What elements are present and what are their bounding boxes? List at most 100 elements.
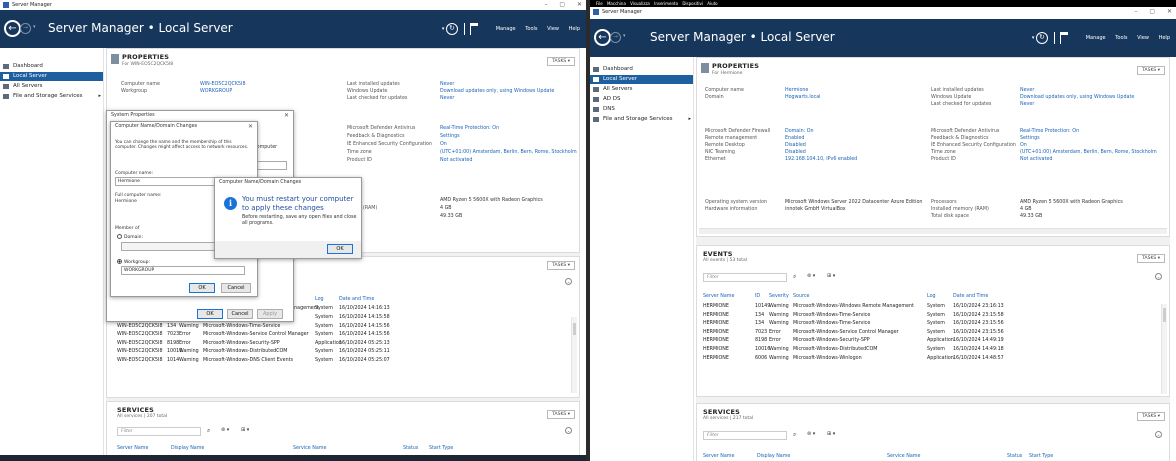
services-tasks-button[interactable]: TASKS ▾ <box>547 410 575 419</box>
collapse-icon[interactable]: ⌄ <box>565 278 572 285</box>
svc-col-service[interactable]: Service Name <box>293 446 326 451</box>
notifications-flag-icon[interactable] <box>470 23 479 35</box>
windows-update-link[interactable]: Download updates only, using Windows Upd… <box>1020 95 1134 100</box>
product-id-link[interactable]: Not activated <box>440 158 472 163</box>
table-row[interactable]: WIN-EO5C2QCK5I8 1014 Warning Microsoft-Wind… <box>107 357 579 366</box>
feedback-link[interactable]: Settings <box>440 134 460 139</box>
history-dropdown-icon[interactable]: ▾ <box>33 24 36 30</box>
events-scrollbar[interactable] <box>571 317 577 393</box>
scrollbar-thumb[interactable] <box>1163 308 1166 322</box>
defender-link[interactable]: Real-Time Protection: On <box>1020 129 1079 134</box>
menu-manage[interactable]: Manage <box>1086 35 1106 41</box>
col-date[interactable]: Date and Time <box>339 297 374 302</box>
save-query-icon[interactable]: ⊞ ▾ <box>827 273 835 279</box>
svc-col-starttype[interactable]: Start Type <box>1029 454 1053 459</box>
history-dropdown-icon[interactable]: ▾ <box>623 33 626 39</box>
window-controls[interactable]: – ▢ ✕ <box>1134 7 1172 17</box>
filter-options-icon[interactable]: ⊜ ▾ <box>221 427 229 433</box>
menu-manage[interactable]: Manage <box>496 26 516 32</box>
search-icon[interactable]: ⌕ <box>793 431 796 439</box>
menu-help[interactable]: Help <box>1159 35 1170 41</box>
col-severity[interactable]: Severity <box>769 294 789 299</box>
col-log[interactable]: Log <box>927 294 936 299</box>
firewall-link[interactable]: Domain: On <box>785 129 814 134</box>
svc-col-server[interactable]: Server Name <box>703 454 734 459</box>
virtualbox-menubar[interactable]: File Macchina Visualizza Inserimento Dis… <box>590 0 1176 7</box>
svc-col-display[interactable]: Display Name <box>757 454 790 459</box>
table-row[interactable]: HERMIONE 6006 Warning Microsoft-Windows-Win… <box>697 355 1169 364</box>
dropdown-icon[interactable]: ▾ <box>1032 35 1035 41</box>
timezone-link[interactable]: (UTC+01:00) Amsterdam, Berlin, Bern, Rom… <box>440 150 577 155</box>
search-icon[interactable]: ⌕ <box>207 427 210 435</box>
refresh-icon[interactable]: ↻ <box>1035 32 1048 44</box>
forward-arrow-icon[interactable]: → <box>20 23 31 34</box>
col-server-name[interactable]: Server Name <box>703 294 734 299</box>
svc-col-status[interactable]: Status <box>1007 454 1022 459</box>
sidebar-item-file-storage[interactable]: File and Storage Services ▸ <box>0 92 103 101</box>
cnd-ok-button[interactable]: OK <box>189 283 215 293</box>
ethernet-link[interactable]: 192.168.104.10, IPv6 enabled <box>785 157 857 162</box>
services-collapse-icon[interactable]: ⌄ <box>1155 431 1162 438</box>
back-arrow-icon[interactable]: ← <box>594 29 611 46</box>
events-collapse-icon[interactable]: ⌄ <box>1155 273 1162 280</box>
last-checked-link[interactable]: Never <box>440 96 454 101</box>
workgroup-radio[interactable]: Workgroup: <box>117 259 150 265</box>
search-icon[interactable]: ⌕ <box>793 273 796 281</box>
menu-view[interactable]: View <box>547 26 559 32</box>
services-filter-input[interactable]: Filter <box>703 431 787 440</box>
workgroup-input[interactable]: WORKGROUP <box>121 266 245 275</box>
sysprops-cancel-button[interactable]: Cancel <box>227 309 253 319</box>
sysprops-apply-button[interactable]: Apply <box>257 309 283 319</box>
save-query-icon[interactable]: ⊞ ▾ <box>241 427 249 433</box>
last-updates-link[interactable]: Never <box>1020 88 1034 93</box>
svc-col-service[interactable]: Service Name <box>887 454 920 459</box>
sidebar-item-file-storage[interactable]: File and Storage Services ▸ <box>590 115 693 124</box>
filter-options-icon[interactable]: ⊜ ▾ <box>807 273 815 279</box>
nic-teaming-link[interactable]: Disabled <box>785 150 806 155</box>
svc-col-server[interactable]: Server Name <box>117 446 148 451</box>
remote-mgmt-link[interactable]: Enabled <box>785 136 804 141</box>
ie-esc-link[interactable]: On <box>440 142 447 147</box>
menu-view[interactable]: View <box>1137 35 1149 41</box>
computer-name-link[interactable]: Hermione <box>785 88 808 93</box>
domain-radio[interactable]: Domain: <box>117 234 143 240</box>
computer-name-link[interactable]: WIN-EO5C2QCK5I8 <box>200 82 246 87</box>
svc-col-status[interactable]: Status <box>403 446 418 451</box>
events-scrollbar[interactable] <box>1161 304 1167 394</box>
domain-link[interactable]: Hogwarts.local <box>785 95 821 100</box>
defender-link[interactable]: Real-Time Protection: On <box>440 126 499 131</box>
product-id-link[interactable]: Not activated <box>1020 157 1052 162</box>
remote-desktop-link[interactable]: Disabled <box>785 143 806 148</box>
dropdown-icon[interactable]: ▾ <box>442 26 445 32</box>
back-arrow-icon[interactable]: ← <box>4 20 21 37</box>
col-source[interactable]: Source <box>793 294 809 299</box>
horizontal-scrollbar[interactable] <box>699 228 1167 234</box>
notifications-flag-icon[interactable] <box>1060 32 1069 44</box>
computer-name-input[interactable]: Hermione <box>115 177 225 186</box>
feedback-link[interactable]: Settings <box>1020 136 1040 141</box>
svc-col-starttype[interactable]: Start Type <box>429 446 453 451</box>
events-tasks-button[interactable]: TASKS ▾ <box>1137 254 1165 263</box>
scrollbar-thumb[interactable] <box>573 323 576 335</box>
domain-input[interactable] <box>121 242 225 251</box>
last-updates-link[interactable]: Never <box>440 82 454 87</box>
cnd-cancel-button[interactable]: Cancel <box>221 283 251 293</box>
save-query-icon[interactable]: ⊞ ▾ <box>827 431 835 437</box>
sidebar-item-dashboard[interactable]: Dashboard <box>590 65 693 74</box>
sidebar-item-dashboard[interactable]: Dashboard <box>0 62 103 71</box>
forward-arrow-icon[interactable]: → <box>610 32 621 43</box>
sidebar-item-local-server[interactable]: Local Server <box>590 75 693 84</box>
close-icon[interactable]: ✕ <box>248 122 253 132</box>
col-id[interactable]: ID <box>755 294 760 299</box>
tasks-button[interactable]: TASKS ▾ <box>1137 66 1165 75</box>
sidebar-item-ad-ds[interactable]: AD DS <box>590 95 693 104</box>
events-tasks-button[interactable]: TASKS ▾ <box>547 261 575 270</box>
sysprops-ok-button[interactable]: OK <box>197 309 223 319</box>
menu-tools[interactable]: Tools <box>525 26 537 32</box>
refresh-icon[interactable]: ↻ <box>445 23 458 35</box>
col-date[interactable]: Date and Time <box>953 294 988 299</box>
sidebar-item-local-server[interactable]: Local Server <box>0 72 103 81</box>
svc-col-display[interactable]: Display Name <box>171 446 204 451</box>
sidebar-item-dns[interactable]: DNS <box>590 105 693 114</box>
col-log[interactable]: Log <box>315 297 324 302</box>
